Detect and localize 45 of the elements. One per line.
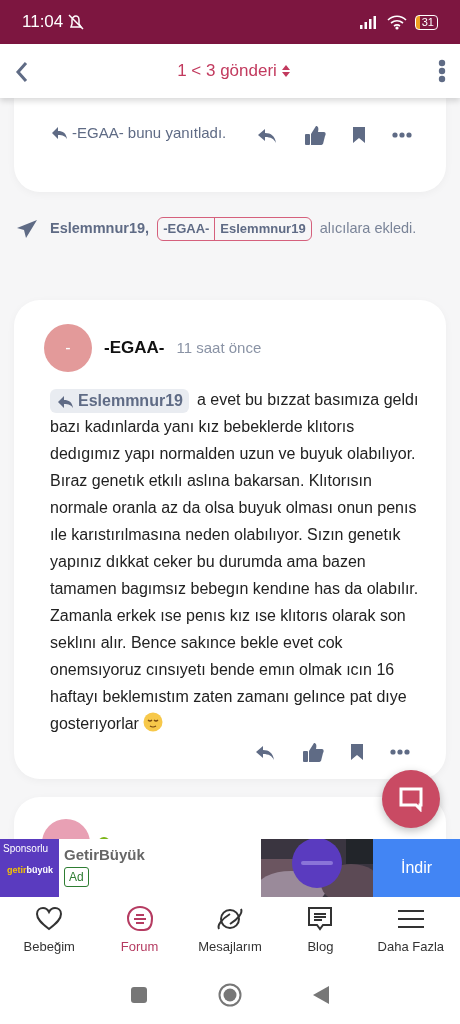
nav-tab[interactable]: Mesajlarım <box>184 905 276 957</box>
post-body: Eslemmnur19 a evet bu bızzat basımıza geldı bazı kadınlarda yanı kız bebeklerde klıtorıs dedıgımız yapı normalden uzun ve buyuk olabılıyor. Bıraz genetık etkılı aslına bakarsan. Klıtorısın normale oranla az da olsa buyuk olması onun penıs ıle karıstırılmasına neden olabılıyor. Sızın genetık yapınız dıkkat ceker bu durumda ama bazen tamamen bagımsız bebegın kendıne has da olabılır. Zamanla erkek ıse penıs kız ıse klıtorıs olarak son seklını alır. Bence sakınce bekle evet cok onemsıyoruz cınsıyetı bende emın olmak ıcın 16 haftayı beklemıstım zaten zamanı gelınce pat dıye gosterıyorlar <box>36 386 424 737</box>
thumbs-up-icon <box>302 740 324 763</box>
author-name: -EGAA- <box>104 337 165 360</box>
thumbs-up-icon <box>304 123 326 146</box>
circle-icon <box>218 982 242 1007</box>
install-button[interactable]: İndir <box>373 839 460 897</box>
signal-icon <box>358 15 379 29</box>
home-button[interactable] <box>218 982 242 1007</box>
ad-title: GetirBüyük <box>64 845 145 865</box>
more-icon <box>390 748 410 755</box>
nav-tab[interactable]: Daha Fazla <box>365 905 457 957</box>
options-button[interactable] <box>438 58 446 84</box>
bookmark-icon <box>350 742 364 761</box>
sort-icon <box>280 64 291 78</box>
chat-bubble-icon <box>125 905 154 934</box>
clock-text: 11:04 <box>22 11 64 34</box>
nav-tab[interactable]: Bebeğim <box>4 905 95 957</box>
ad-logo: getirbüyük <box>6 864 55 877</box>
square-icon <box>130 986 148 1005</box>
reply-note: -EGAA- bunu yanıtladı. <box>72 123 227 143</box>
relieved-emoji-icon <box>143 712 164 732</box>
recipient-tag: Eslemmnur19 <box>214 218 311 240</box>
paper-plane-icon <box>16 219 38 239</box>
battery-indicator: 31 <box>414 14 438 30</box>
back-button[interactable] <box>14 59 30 83</box>
nav-tab[interactable]: Blog <box>275 905 366 957</box>
muted-bell-icon <box>67 13 86 31</box>
post-time: 11 saat önce <box>176 337 262 358</box>
nav-tab[interactable]: Forum <box>94 905 185 957</box>
wifi-icon <box>386 14 407 30</box>
kebab-menu-icon <box>438 59 446 84</box>
sponsored-label: Sponsorlu <box>2 842 50 856</box>
post-navigator[interactable]: 1 < 3 gönderi <box>177 58 277 84</box>
ad-badge: Ad <box>64 866 89 887</box>
username: Eslemmnur19, <box>50 219 150 239</box>
recipient-tag: -EGAA- <box>158 218 215 240</box>
triangle-icon <box>312 985 330 1006</box>
avatar: - <box>44 324 92 372</box>
more-icon <box>392 131 412 138</box>
chat-icon <box>398 786 424 812</box>
bookmark-icon <box>352 125 366 144</box>
back-icon <box>14 60 30 83</box>
notice-text: alıcılara ekledi. <box>319 219 417 239</box>
quoted-user-link[interactable]: Eslemmnur19 <box>50 388 189 413</box>
